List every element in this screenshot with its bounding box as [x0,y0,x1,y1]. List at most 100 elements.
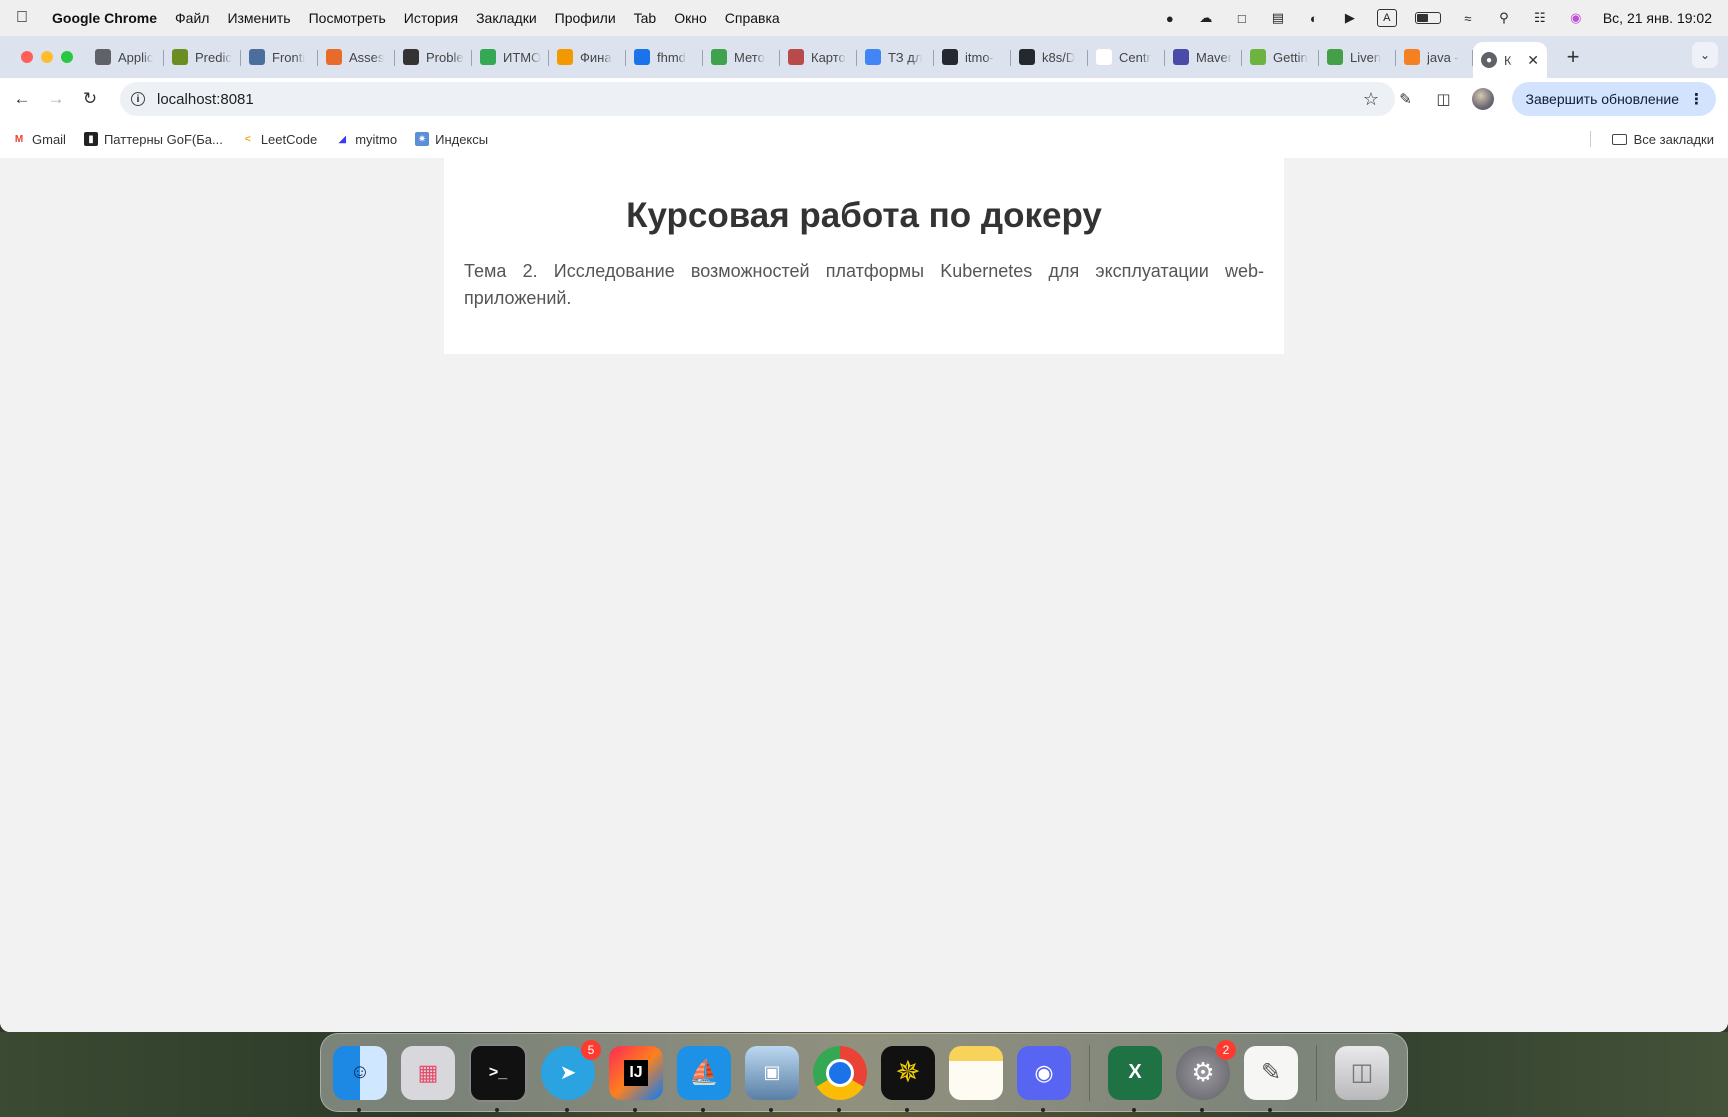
fullscreen-window-button[interactable] [61,51,73,63]
globe-icon: ● [1481,52,1497,68]
tab-item[interactable]: Asses [318,41,395,73]
tab-item[interactable]: java - [1396,41,1473,73]
control-center-icon[interactable]: ☷ [1531,10,1549,26]
menu-app-name[interactable]: Google Chrome [52,10,157,26]
tab-title: Predic [195,49,232,65]
update-button[interactable]: Завершить обновление ⋮ [1511,82,1716,116]
creative-cloud-icon[interactable]: ● [1161,10,1179,26]
tab-item[interactable]: ИТМО [472,41,549,73]
minimize-window-button[interactable] [41,51,53,63]
bookmark-label: Паттерны GoF(Ба... [103,131,223,147]
wifi-icon[interactable]: ≈ [1459,10,1477,26]
package-icon[interactable]: □ [1233,10,1251,26]
site-info-icon[interactable]: i [131,92,145,106]
excel-icon[interactable]: X [1108,1045,1162,1112]
bookmark-star-icon[interactable]: ☆ [1363,89,1379,110]
menu-help[interactable]: Справка [725,10,780,26]
siri-icon[interactable]: ◉ [1567,10,1585,26]
clipboard-icon[interactable]: ▤ [1269,10,1287,26]
bookmark-indexes[interactable]: ✷ Индексы [415,132,488,147]
tab-item[interactable]: Карто [780,41,857,73]
tab-item[interactable]: Centr [1088,41,1165,73]
launchpad-icon[interactable]: ▦ [401,1045,455,1100]
tab-item[interactable]: Proble [395,41,472,73]
close-window-button[interactable] [21,51,33,63]
address-bar[interactable]: i localhost:8081 ☆ [120,82,1395,116]
play-icon[interactable]: ▶ [1341,10,1359,26]
bookmark-myitmo[interactable]: ◢ myitmo [335,132,397,147]
spark-icon[interactable]: ✵ [881,1045,935,1112]
page-description: Тема 2. Исследование возможностей платфо… [464,261,1264,308]
tab-active[interactable]: ● К ✕ [1473,42,1547,78]
tab-title: k8s/D [1042,49,1076,65]
tab-item[interactable]: fhmd [626,41,703,73]
tab-item[interactable]: itmo- [934,41,1011,73]
terminal-icon[interactable]: >_ [469,1043,527,1112]
bookmark-gmail[interactable]: M Gmail [12,132,66,147]
bookmark-leetcode[interactable]: < LeetCode [241,132,317,147]
tab-title: Applic [118,49,154,65]
tab-title: Maver [1196,49,1233,65]
tab-favicon-icon [95,49,111,65]
menu-window[interactable]: Окно [674,10,707,26]
content-card: Курсовая работа по докеру Тема 2. Исслед… [444,158,1284,354]
side-panel-icon[interactable]: ◫ [1434,89,1454,109]
menu-file[interactable]: Файл [175,10,209,26]
tab-item[interactable]: Applic [87,41,164,73]
menu-history[interactable]: История [404,10,458,26]
trash-icon[interactable]: ◫ [1335,1045,1389,1100]
spotlight-search-icon[interactable]: ⚲ [1495,10,1513,26]
menu-tab[interactable]: Tab [634,10,657,26]
menu-view[interactable]: Посмотреть [309,10,386,26]
all-bookmarks-label: Все закладки [1633,131,1714,147]
battery-icon[interactable] [1414,12,1441,24]
contrast-icon[interactable]: ◐ [1305,10,1323,26]
notes-icon[interactable] [949,1045,1003,1100]
tab-item[interactable]: Predic [164,41,241,73]
docker-icon[interactable]: ⛵ [677,1045,731,1112]
telegram-icon[interactable]: ➤ 5 [541,1039,601,1112]
excel-label: X [1128,1061,1142,1083]
forward-arrow-icon[interactable]: → [44,87,68,111]
apple-logo-icon[interactable]:  [16,9,38,27]
tab-item[interactable]: Fronti [241,41,318,73]
tab-item[interactable]: Фина [549,41,626,73]
input-source-icon[interactable]: A [1376,9,1397,27]
menu-profiles[interactable]: Профили [555,10,616,26]
url-text[interactable]: localhost:8081 [157,91,254,108]
tab-favicon-icon [480,49,496,65]
more-menu-icon: ⋮ [1689,91,1704,108]
preview-icon[interactable]: ▣ [745,1045,799,1112]
tab-title: ИТМО [503,49,541,65]
tab-item[interactable]: Gettin [1242,41,1319,73]
discord-icon[interactable]: ◉ [1017,1045,1071,1112]
tab-search-button[interactable]: ⌄ [1692,42,1718,68]
tab-item[interactable]: Maver [1165,41,1242,73]
menu-bookmarks[interactable]: Закладки [476,10,537,26]
menu-bar-clock[interactable]: Вс, 21 янв. 19:02 [1603,10,1712,26]
intellij-idea-icon[interactable]: IJ [609,1045,663,1112]
all-bookmarks[interactable]: Все закладки [1589,120,1714,158]
finder-icon[interactable]: ☺ [333,1045,387,1112]
chrome-icon[interactable] [813,1045,867,1112]
tab-title: К [1504,52,1512,68]
close-tab-icon[interactable]: ✕ [1527,52,1539,69]
menu-edit[interactable]: Изменить [227,10,290,26]
system-settings-icon[interactable]: ⚙ 2 [1176,1039,1236,1112]
gmail-icon: M [14,133,24,145]
tab-item[interactable]: k8s/D [1011,41,1088,73]
tab-title: Centr [1119,49,1151,65]
reload-icon[interactable]: ↻ [78,87,102,111]
telegram-badge: 5 [581,1039,601,1060]
tab-item[interactable]: ТЗ дл [857,41,934,73]
tab-item[interactable]: Liven [1319,41,1396,73]
weather-icon[interactable]: ☁ [1197,10,1215,26]
bookmark-gof-patterns[interactable]: ▮ Паттерны GoF(Ба... [83,131,223,147]
textedit-icon[interactable]: ✎ [1244,1045,1298,1112]
new-tab-button[interactable]: + [1561,44,1585,70]
back-arrow-icon[interactable]: ← [10,87,34,111]
profile-avatar[interactable] [1471,88,1494,110]
extensions-puzzle-icon[interactable]: ✎ [1396,89,1416,109]
macos-menu-bar:  Google Chrome Файл Изменить Посмотреть… [0,0,1728,36]
tab-item[interactable]: Мето [703,41,780,73]
